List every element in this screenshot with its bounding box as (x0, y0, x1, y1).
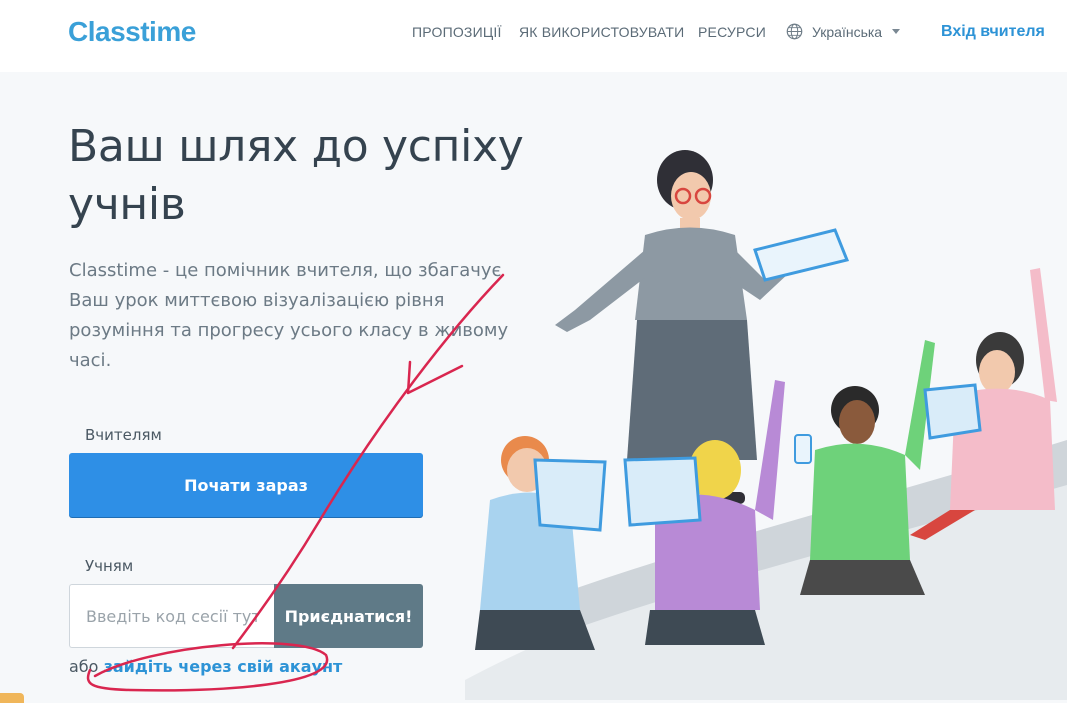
start-now-button[interactable]: Почати зараз (69, 453, 423, 517)
classtime-logo[interactable]: Classtime (68, 14, 196, 50)
teachers-label: Вчителям (85, 426, 162, 444)
hero-subtitle: Classtime - це помічник вчителя, що збаг… (69, 260, 509, 371)
classroom-illustration (465, 150, 1067, 700)
nav-link-proposals[interactable]: ПРОПОЗИЦІЇ (412, 24, 502, 40)
students-label: Учням (85, 557, 134, 575)
alt-login-prefix: або (69, 657, 99, 676)
alternative-login-line: або зайдіть через свій акаунт (69, 657, 342, 676)
logo-text: Classtime (68, 16, 196, 47)
language-selector[interactable]: Українська (786, 23, 901, 40)
corner-tag (0, 693, 24, 703)
language-label: Українська (812, 23, 883, 40)
join-button[interactable]: Приєднатися! (274, 584, 423, 648)
chevron-down-icon (892, 29, 901, 34)
globe-icon (786, 23, 803, 40)
nav-link-resources[interactable]: РЕСУРСИ (698, 24, 766, 40)
session-code-input[interactable] (69, 584, 274, 648)
teacher-login-link[interactable]: Вхід вчителя (941, 23, 1045, 41)
top-navigation-bar: Classtime ПРОПОЗИЦІЇ ЯК ВИКОРИСТОВУВАТИ … (0, 0, 1067, 72)
account-login-link[interactable]: зайдіть через свій акаунт (104, 657, 343, 676)
nav-link-how-to-use[interactable]: ЯК ВИКОРИСТОВУВАТИ (519, 24, 684, 40)
